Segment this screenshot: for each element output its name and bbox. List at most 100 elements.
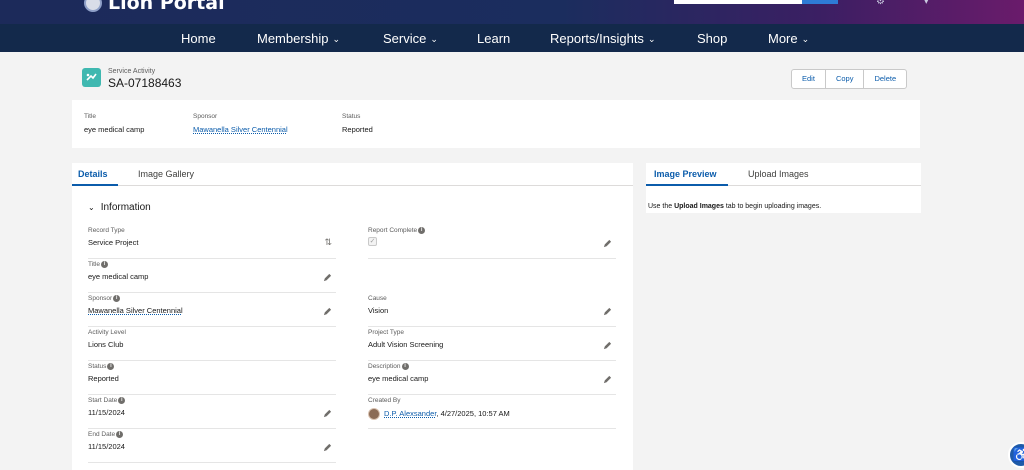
field-label-text: Description [368, 363, 401, 370]
field-label: Project Type [368, 329, 405, 336]
field-value: eye medical camp [368, 374, 429, 383]
pencil-icon[interactable] [323, 273, 332, 282]
preview-text-after: tab to begin uploading images. [723, 203, 822, 210]
field-value: Vision [368, 306, 389, 315]
highlight-sponsor-link[interactable]: Mawanella Silver Centennial [193, 125, 288, 134]
field-label-text: End Date [88, 431, 116, 438]
field-label: Report Complete i [368, 227, 426, 234]
details-card: Details Image Gallery ⌄ Information Recor… [72, 163, 633, 470]
highlight-status-label: Status [342, 113, 361, 120]
tab-image-preview[interactable]: Image Preview [654, 169, 717, 179]
section-information-toggle[interactable]: ⌄ Information [88, 202, 151, 213]
field-cause: Cause Vision [368, 293, 616, 327]
field-label-text: Start Date [88, 397, 118, 404]
created-by-value: D.P. Alexsander, 4/27/2025, 10:57 AM [368, 408, 510, 420]
nav-item-label: Service [383, 31, 427, 46]
field-label: Activity Level [88, 329, 126, 336]
field-record-type: Record Type Service Project ⇅ [88, 225, 336, 259]
global-search-button[interactable] [802, 0, 838, 4]
field-label: Created By [368, 397, 401, 404]
field-value: Service Project [88, 238, 139, 247]
info-icon[interactable]: i [118, 397, 126, 404]
nav-item-label: Shop [697, 31, 728, 46]
field-activity-level: Activity Level Lions Club [88, 327, 336, 361]
details-tabs: Details Image Gallery [72, 163, 633, 186]
avatar [368, 408, 380, 420]
delete-button[interactable]: Delete [864, 70, 906, 88]
nav-item-label: Membership [257, 31, 329, 46]
record-actions: Edit Copy Delete [791, 69, 908, 89]
brand-logo[interactable]: Lion Portal [84, 0, 225, 14]
pencil-icon[interactable] [603, 307, 612, 316]
field-label-text: Title [88, 261, 101, 268]
info-icon[interactable]: i [401, 363, 409, 370]
brand-logo-text: Lion Portal [108, 0, 225, 14]
info-icon[interactable]: i [418, 227, 426, 234]
nav-item-reports-insights[interactable]: Reports/Insights ⌄ [550, 31, 655, 46]
nav-item-learn[interactable]: Learn [477, 31, 510, 46]
field-value: eye medical camp [88, 272, 149, 281]
field-label: End Date i [88, 431, 124, 438]
record-name: SA-07188463 [108, 76, 182, 90]
section-title: Information [100, 202, 151, 213]
tab-upload-images[interactable]: Upload Images [748, 169, 809, 179]
field-sponsor: Sponsor i Mawanella Silver Centennial [88, 293, 336, 327]
field-label: Description i [368, 363, 409, 370]
field-created-by: Created By D.P. Alexsander, 4/27/2025, 1… [368, 395, 616, 429]
nav-item-shop[interactable]: Shop [697, 31, 727, 46]
field-label-text: Sponsor [88, 295, 113, 302]
pencil-icon[interactable] [603, 341, 612, 350]
tab-image-gallery[interactable]: Image Gallery [138, 169, 194, 179]
info-icon[interactable]: i [116, 431, 124, 438]
chevron-down-icon: ⌄ [88, 203, 95, 212]
copy-button[interactable]: Copy [826, 70, 865, 88]
info-icon[interactable]: i [113, 295, 121, 302]
tab-details[interactable]: Details [78, 169, 108, 179]
utility-icons[interactable]: ⚙ ▾ [876, 0, 947, 7]
nav-item-label: Home [181, 31, 216, 46]
field-status: Status i Reported [88, 361, 336, 395]
record-type-label: Service Activity [108, 68, 156, 75]
pencil-icon[interactable] [323, 409, 332, 418]
report-complete-checkbox[interactable]: ✓ [368, 237, 377, 246]
field-end-date: End Date i 11/15/2024 [88, 429, 336, 463]
global-search-input[interactable] [674, 0, 802, 4]
preview-tabs: Image Preview Upload Images [646, 163, 921, 186]
active-tab-indicator [72, 184, 118, 186]
chevron-down-icon: ⌄ [430, 34, 438, 44]
change-record-type-icon[interactable]: ⇅ [324, 237, 332, 248]
field-label-text: Status [88, 363, 107, 370]
top-banner: Lion Portal ⚙ ▾ [0, 0, 1024, 24]
preview-text-before: Use the [648, 203, 675, 210]
field-description: Description i eye medical camp [368, 361, 616, 395]
edit-button[interactable]: Edit [792, 70, 826, 88]
field-label-text: Report Complete [368, 227, 418, 234]
pencil-icon[interactable] [603, 375, 612, 384]
pencil-icon[interactable] [603, 239, 612, 248]
active-tab-indicator [646, 184, 728, 186]
field-value: 11/15/2024 [88, 442, 125, 451]
field-start-date: Start Date i 11/15/2024 [88, 395, 336, 429]
nav-item-service[interactable]: Service ⌄ [383, 31, 438, 46]
info-icon[interactable]: i [107, 363, 115, 370]
sponsor-link[interactable]: Mawanella Silver Centennial [88, 306, 183, 315]
field-label: Sponsor i [88, 295, 121, 302]
chevron-down-icon: ⌄ [647, 34, 656, 44]
preview-text-bold: Upload Images [674, 203, 724, 210]
nav-item-label: Reports/Insights [550, 31, 644, 46]
field-report-complete: Report Complete i ✓ [368, 225, 616, 259]
highlight-title-label: Title [84, 113, 97, 120]
nav-item-more[interactable]: More ⌄ [768, 31, 809, 46]
field-title: Title i eye medical camp [88, 259, 336, 293]
nav-item-home[interactable]: Home [181, 31, 216, 46]
field-label: Start Date i [88, 397, 126, 404]
nav-item-label: More [768, 31, 798, 46]
pencil-icon[interactable] [323, 443, 332, 452]
created-by-user-link[interactable]: D.P. Alexsander [384, 409, 436, 418]
image-preview-card: Image Preview Upload Images Use the Uplo… [646, 163, 921, 213]
pencil-icon[interactable] [323, 307, 332, 316]
nav-item-membership[interactable]: Membership ⌄ [257, 31, 340, 46]
accessibility-icon[interactable]: ♿ [1008, 442, 1024, 468]
highlights-panel: Title eye medical camp Sponsor Mawanella… [72, 100, 920, 148]
info-icon[interactable]: i [101, 261, 109, 268]
